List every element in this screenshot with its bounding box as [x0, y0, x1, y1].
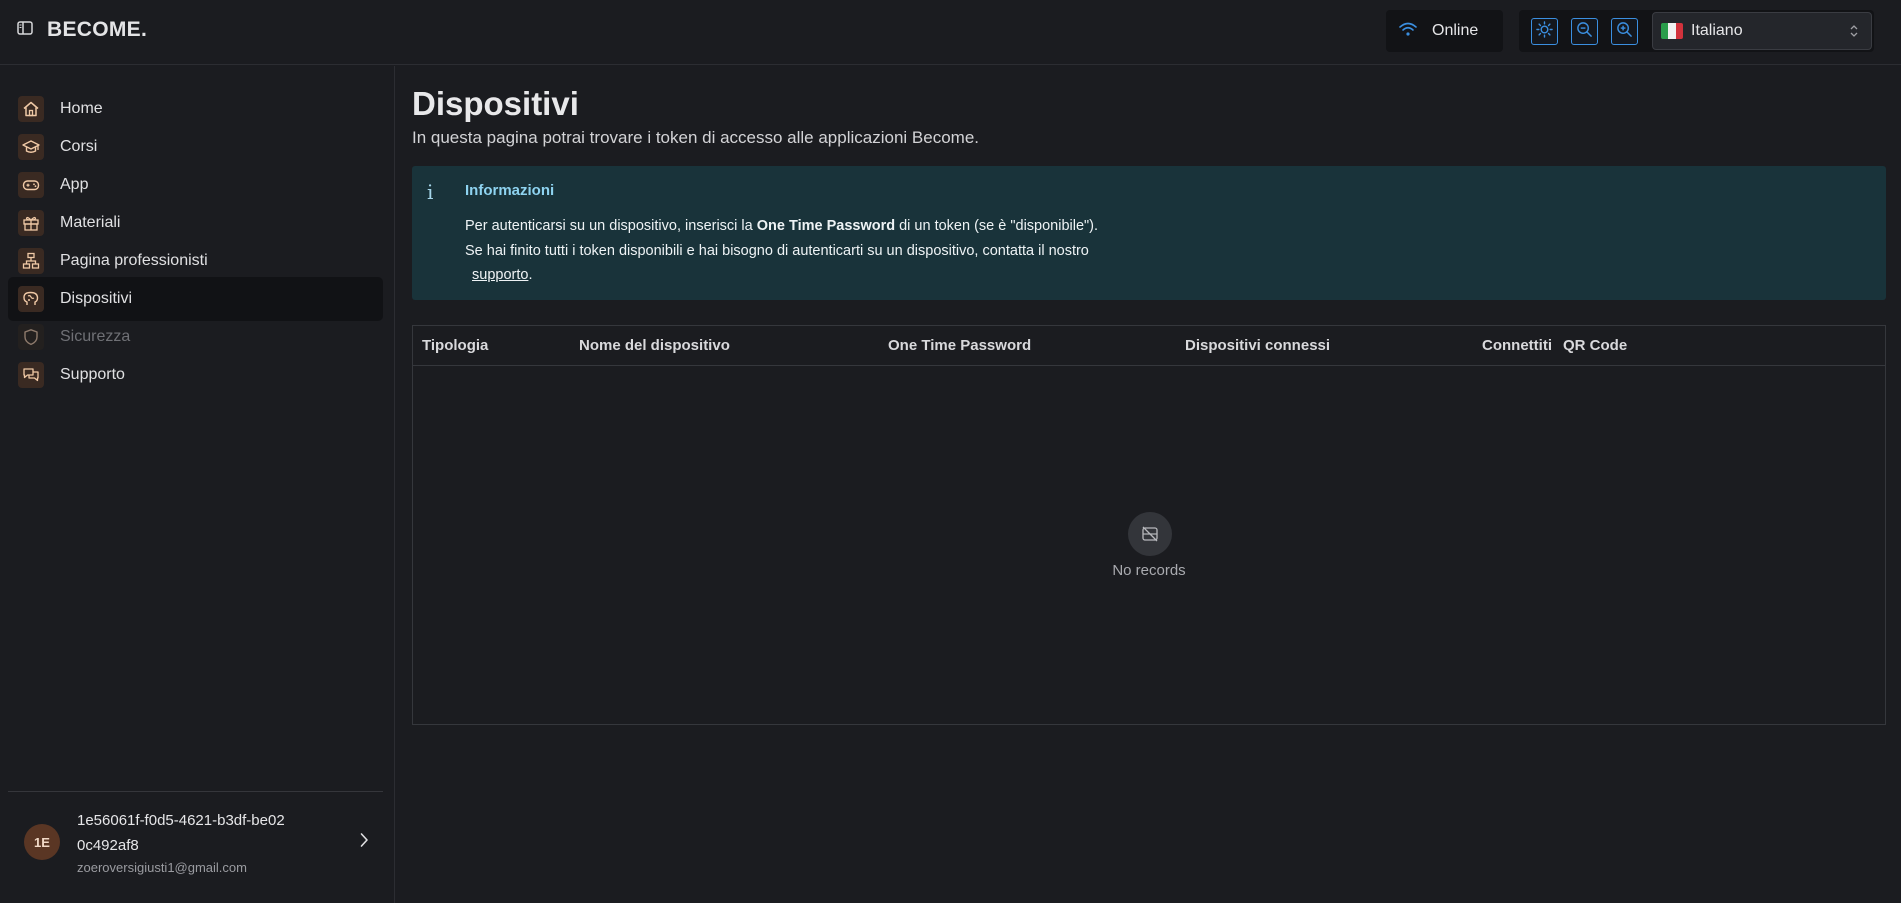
avatar: 1E	[24, 824, 60, 860]
chevron-up-down-icon	[1849, 23, 1859, 44]
zoom-in-icon	[1616, 21, 1633, 43]
user-email: zoeroversigiusti1@gmail.com	[77, 860, 247, 875]
column-header-qr-code[interactable]: QR Code	[1563, 337, 1627, 354]
header-controls: Italiano	[1519, 10, 1874, 52]
sidebar-item-supporto[interactable]: Supporto	[8, 353, 383, 397]
info-title: Informazioni	[465, 182, 555, 199]
sidebar-item-label: App	[60, 176, 89, 193]
info-text: .	[528, 267, 533, 283]
devices-table: Tipologia Nome del dispositivo One Time …	[412, 325, 1886, 725]
sidebar-toggle-icon[interactable]	[17, 20, 33, 40]
gift-icon	[18, 210, 44, 236]
zoom-out-icon	[1576, 21, 1593, 43]
page-title: Dispositivi	[412, 85, 579, 122]
table-header: Tipologia Nome del dispositivo One Time …	[413, 326, 1885, 366]
sidebar-item-label: Pagina professionisti	[60, 252, 208, 269]
info-body: Per autenticarsi su un dispositivo, inse…	[465, 214, 1845, 288]
italy-flag-icon	[1661, 23, 1683, 39]
wifi-icon	[1398, 21, 1418, 42]
theme-toggle-button[interactable]	[1531, 18, 1558, 45]
home-icon	[18, 96, 44, 122]
sidebar-item-label: Dispositivi	[60, 290, 133, 307]
info-bold-text: One Time Password	[756, 218, 896, 234]
empty-state: No records	[413, 366, 1885, 724]
sidebar-item-label: Corsi	[60, 138, 98, 155]
shield-icon	[18, 324, 44, 350]
sun-icon	[1536, 20, 1553, 43]
column-header-one-time-password[interactable]: One Time Password	[888, 337, 1031, 354]
brand: BECOME.	[17, 18, 147, 42]
user-profile[interactable]: 1E 1e56061f-f0d5-4621-b3df-be020c492af8 …	[8, 798, 383, 898]
gamepad-icon	[18, 172, 44, 198]
status-text: Online	[1432, 22, 1479, 39]
zoom-out-button[interactable]	[1571, 18, 1598, 45]
column-header-nome-dispositivo[interactable]: Nome del dispositivo	[579, 337, 730, 354]
brand-name[interactable]: BECOME.	[47, 18, 147, 42]
no-records-icon	[1128, 512, 1172, 556]
info-icon: i	[427, 180, 434, 204]
user-id: 1e56061f-f0d5-4621-b3df-be020c492af8	[77, 812, 285, 854]
hierarchy-icon	[18, 248, 44, 274]
info-alert: i Informazioni Per autenticarsi su un di…	[412, 166, 1886, 300]
zoom-in-button[interactable]	[1611, 18, 1638, 45]
top-bar: BECOME. Online Italiano	[0, 0, 1901, 65]
sidebar: Home Corsi App Materiali Pagina professi…	[0, 66, 395, 903]
info-text: Se hai finito tutti i token disponibili …	[465, 242, 1089, 259]
page-subtitle: In questa pagina potrai trovare i token …	[412, 128, 980, 147]
sidebar-item-label: Supporto	[60, 366, 125, 383]
language-select[interactable]: Italiano	[1652, 12, 1872, 50]
column-header-connettiti[interactable]: Connettiti	[1482, 337, 1552, 354]
divider	[8, 791, 383, 792]
sidebar-item-label: Home	[60, 100, 103, 117]
connection-status: Online	[1386, 10, 1503, 52]
empty-state-text: No records	[1112, 562, 1186, 579]
info-text: Per autenticarsi su un dispositivo, inse…	[465, 218, 757, 234]
language-label: Italiano	[1691, 22, 1743, 39]
sidebar-item-label: Sicurezza	[60, 328, 131, 345]
column-header-dispositivi-connessi[interactable]: Dispositivi connessi	[1185, 337, 1330, 354]
chat-icon	[18, 362, 44, 388]
brain-icon	[18, 286, 44, 312]
info-text: di un token (se è "disponibile").	[895, 218, 1099, 234]
chevron-right-icon	[359, 832, 369, 853]
sidebar-item-label: Materiali	[60, 214, 121, 231]
graduation-cap-icon	[18, 134, 44, 160]
column-header-tipologia[interactable]: Tipologia	[422, 337, 488, 354]
support-link[interactable]: supporto	[472, 267, 528, 283]
